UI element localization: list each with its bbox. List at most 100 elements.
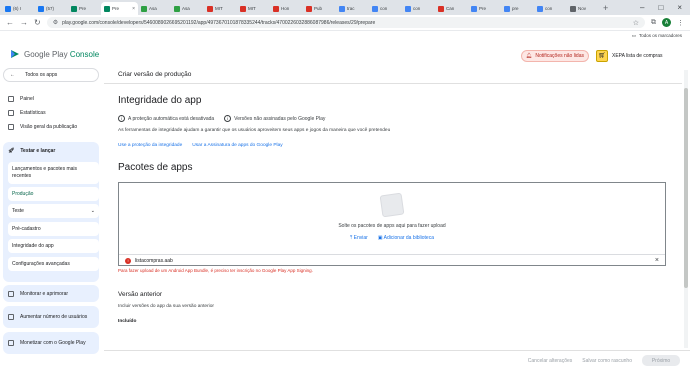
- browser-tab[interactable]: con: [402, 2, 435, 15]
- chart-icon: [8, 110, 14, 116]
- browser-tab[interactable]: con: [369, 2, 402, 15]
- main-scrollbar-thumb[interactable]: [684, 88, 688, 288]
- sidebar-item-statistics[interactable]: Estatísticas: [8, 110, 46, 116]
- sidebar-item-dashboard[interactable]: Painel: [8, 96, 34, 102]
- tab-favicon-icon: [372, 5, 378, 12]
- browser-toolbar: ← → ↻ ⚙ play.google.com/console/develope…: [0, 15, 690, 31]
- previous-release-heading: Versão anterior: [118, 291, 163, 298]
- minimize-icon[interactable]: –: [640, 3, 644, 12]
- package-icon: [379, 192, 405, 218]
- new-tab-icon[interactable]: +: [603, 3, 608, 13]
- play-console-logo[interactable]: Google Play Console: [10, 49, 99, 59]
- app-selector[interactable]: 🛒︎ XEPA lista de compras: [596, 48, 690, 63]
- sidebar-section-grow[interactable]: Aumentar número de usuários: [3, 306, 99, 328]
- status-text: A proteção automática está desativada: [128, 115, 215, 122]
- bundle-drop-zone[interactable]: Solte os pacotes de apps aqui para fazer…: [118, 182, 666, 266]
- page-title: Criar versão de produção: [118, 71, 192, 78]
- tab-favicon-icon: [504, 5, 510, 12]
- tab-favicon-icon: [405, 5, 411, 12]
- tab-title: Pre: [479, 6, 487, 11]
- monitor-icon: [8, 290, 14, 297]
- action-footer: Cancelar alterações Salvar como rascunho…: [104, 350, 690, 370]
- all-apps-button[interactable]: ← Todos os apps: [3, 68, 99, 82]
- section-label: Testar e lançar: [20, 148, 56, 154]
- save-draft-button[interactable]: Salvar como rascunho: [582, 358, 632, 364]
- browser-tab[interactable]: Pub: [303, 2, 336, 15]
- url-text: play.google.com/console/developers/54600…: [62, 19, 376, 26]
- sidebar-item-publishing-overview[interactable]: Visão geral da publicação: [8, 124, 77, 130]
- browser-tab[interactable]: (57): [35, 2, 68, 15]
- integrity-description: As ferramentas de integridade ajudam a g…: [118, 128, 391, 133]
- browser-tab[interactable]: MIT: [204, 2, 237, 15]
- tab-title: con: [380, 6, 388, 11]
- sidebar-item-app-integrity[interactable]: Integridade do app: [8, 239, 99, 253]
- sidebar: ← Todos os apps Painel Estatísticas Visã…: [0, 68, 104, 370]
- tab-favicon-icon: [537, 5, 543, 12]
- tab-title: Hon: [281, 6, 290, 11]
- address-bar[interactable]: ⚙ play.google.com/console/developers/546…: [46, 17, 645, 28]
- info-icon: i: [224, 115, 232, 122]
- site-info-icon[interactable]: ⚙: [53, 19, 58, 26]
- dashboard-icon: [8, 96, 14, 102]
- notifications-button[interactable]: 🔔︎ Notificações não lidas: [521, 50, 589, 62]
- reload-icon[interactable]: ↻: [34, 18, 41, 27]
- maximize-icon[interactable]: □: [658, 3, 663, 12]
- sidebar-item-pre-registration[interactable]: Pré-cadastro: [8, 222, 99, 236]
- tab-title: MIT: [215, 6, 223, 11]
- bell-icon: 🔔︎: [526, 53, 533, 59]
- browser-tab[interactable]: Pre: [468, 2, 501, 15]
- back-icon[interactable]: ←: [6, 18, 14, 27]
- main-content: Criar versão de produção Integridade do …: [104, 68, 682, 350]
- add-from-library-button[interactable]: ▣ Adicionar da biblioteca: [378, 235, 434, 241]
- bookmark-star-icon[interactable]: ☆: [633, 19, 639, 27]
- tab-favicon-icon: [141, 5, 147, 12]
- browser-tab[interactable]: MIT: [237, 2, 270, 15]
- browser-menu-icon[interactable]: ⋮: [677, 19, 684, 27]
- browser-tab[interactable]: Hon: [270, 2, 303, 15]
- all-apps-label: Todos os apps: [25, 72, 58, 78]
- browser-tab[interactable]: (6) I: [2, 2, 35, 15]
- tab-title: pre: [512, 6, 519, 11]
- sidebar-section-monitor[interactable]: Monitorar e aprimorar: [3, 285, 99, 302]
- browser-tab[interactable]: Nov: [567, 2, 600, 15]
- profile-avatar[interactable]: A: [662, 18, 671, 27]
- tab-favicon-icon: [5, 5, 11, 12]
- upload-button[interactable]: ⤒ Enviar: [350, 235, 368, 241]
- tab-title: MIT: [248, 6, 256, 11]
- sidebar-item-label: Painel: [20, 96, 34, 102]
- browser-tab[interactable]: pre: [501, 2, 534, 15]
- sidebar-section-monetize[interactable]: Monetizar com o Google Play: [3, 332, 99, 354]
- sidebar-item-advanced-settings[interactable]: Configurações avançadas: [8, 257, 99, 271]
- browser-tab[interactable]: Can: [435, 2, 468, 15]
- use-integrity-link[interactable]: Use a proteção da integridade: [118, 143, 182, 148]
- forward-icon[interactable]: →: [20, 18, 28, 27]
- test-release-header[interactable]: 🚀︎ Testar e lançar: [8, 148, 55, 154]
- browser-tab[interactable]: Asa: [138, 2, 171, 15]
- extensions-icon[interactable]: ⧉: [651, 19, 656, 27]
- sidebar-item-label: Estatísticas: [20, 110, 46, 116]
- close-window-icon[interactable]: ×: [677, 3, 682, 12]
- discard-changes-button[interactable]: Cancelar alterações: [528, 358, 572, 364]
- sidebar-item-production[interactable]: Produção: [8, 187, 99, 201]
- tab-favicon-icon: [240, 5, 246, 12]
- tab-favicon-icon: [38, 5, 44, 12]
- next-button[interactable]: Próximo: [642, 355, 680, 366]
- browser-tab[interactable]: Asa: [171, 2, 204, 15]
- use-app-signing-link[interactable]: Usar a Assinatura de apps do Google Play: [192, 143, 282, 148]
- browser-tab[interactable]: Pre ×: [101, 2, 138, 15]
- remove-file-close-icon[interactable]: ×: [655, 257, 659, 264]
- previous-release-description: Incluir versões do app da sua versão ant…: [118, 304, 214, 309]
- tab-title: (57): [46, 6, 55, 11]
- browser-tab[interactable]: Pre: [68, 2, 101, 15]
- tab-favicon-icon: [570, 5, 576, 12]
- browser-tab[interactable]: trac: [336, 2, 369, 15]
- monetize-icon: [8, 340, 14, 346]
- tab-favicon-icon: [306, 5, 312, 12]
- library-icon: ▣: [377, 235, 383, 241]
- sidebar-item-latest-releases[interactable]: Lançamentos e pacotes mais recentes: [8, 162, 99, 184]
- tab-title: Nov: [578, 6, 587, 11]
- all-bookmarks-link[interactable]: Todos os marcadores: [639, 33, 682, 38]
- browser-tab[interactable]: con: [534, 2, 567, 15]
- sidebar-item-testing[interactable]: Teste ⌄: [8, 204, 99, 218]
- tab-close-icon[interactable]: ×: [132, 6, 135, 12]
